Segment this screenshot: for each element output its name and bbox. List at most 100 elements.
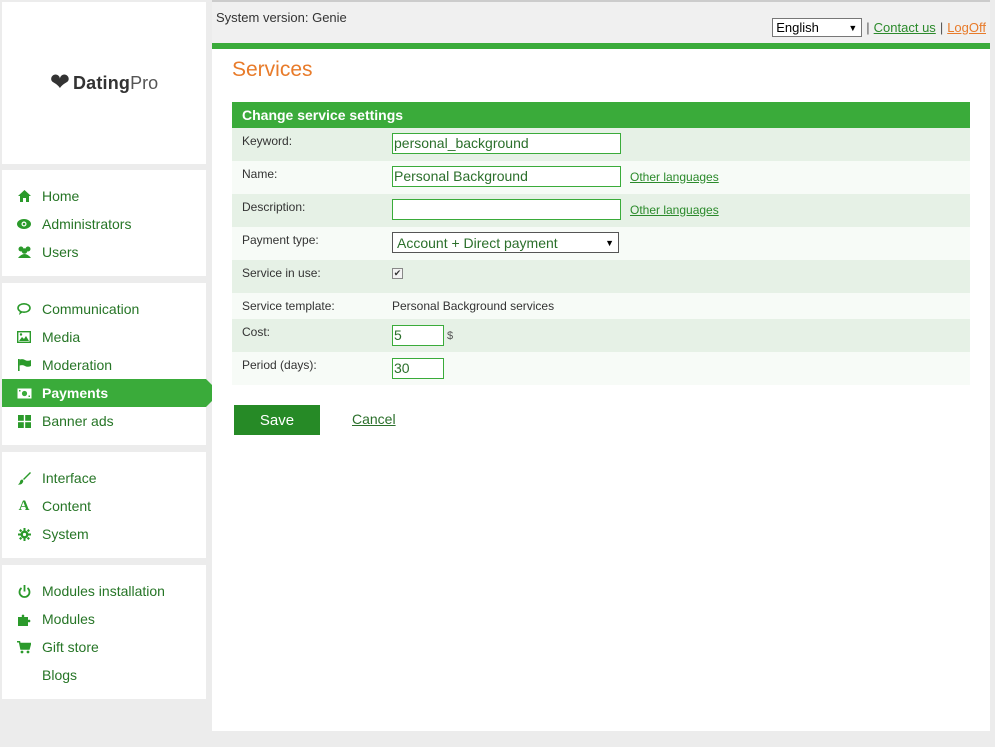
top-right-controls: English ▼ | Contact us | LogOff <box>772 18 986 37</box>
service-in-use-label: Service in use: <box>242 266 321 280</box>
language-value: English <box>776 20 819 35</box>
description-row: Description: Other languages <box>232 194 970 227</box>
sidebar-item-moderation[interactable]: Moderation <box>2 351 206 379</box>
sidebar-item-content[interactable]: A Content <box>2 492 206 520</box>
puzzle-icon <box>16 611 32 627</box>
sidebar-item-label: Moderation <box>42 357 113 373</box>
system-version: System version: Genie <box>216 10 347 25</box>
sidebar-item-label: Home <box>42 188 80 204</box>
sidebar-item-label: Users <box>42 244 79 260</box>
save-button[interactable]: Save <box>234 405 320 435</box>
sidebar-item-blogs[interactable]: Blogs <box>2 661 206 689</box>
service-template-row: Service template: Personal Background se… <box>232 293 970 319</box>
sidebar-item-home[interactable]: Home <box>2 182 206 210</box>
chat-icon <box>16 301 32 317</box>
money-icon <box>16 385 32 401</box>
description-label: Description: <box>242 200 306 214</box>
description-input[interactable] <box>392 199 621 220</box>
period-row: Period (days): 30 <box>232 352 970 385</box>
sidebar-item-label: Banner ads <box>42 413 114 429</box>
image-icon <box>16 329 32 345</box>
sidebar-item-gift-store[interactable]: Gift store <box>2 633 206 661</box>
payment-type-label: Payment type: <box>242 233 319 247</box>
keyword-input[interactable]: personal_background <box>392 133 621 154</box>
service-template-value: Personal Background services <box>392 299 555 313</box>
sidebar-item-system[interactable]: System <box>2 520 206 548</box>
sidebar-item-label: Administrators <box>42 216 132 232</box>
logo-text-bold: Dating <box>72 72 131 93</box>
panel-title: Change service settings <box>232 102 970 128</box>
cart-icon <box>16 639 32 655</box>
period-input[interactable]: 30 <box>392 358 444 379</box>
service-in-use-checkbox[interactable]: ✔ <box>392 268 403 279</box>
separator: | <box>939 20 944 35</box>
grid-icon <box>16 413 32 429</box>
sidebar-item-communication[interactable]: Communication <box>2 295 206 323</box>
sidebar-item-label: Gift store <box>42 639 99 655</box>
name-input[interactable]: Personal Background <box>392 166 621 187</box>
sidebar-item-modules-installation[interactable]: Modules installation <box>2 577 206 605</box>
service-settings-panel: Change service settings Keyword: persona… <box>232 102 970 385</box>
dropdown-arrow-icon: ▼ <box>605 237 614 248</box>
power-icon <box>16 583 32 599</box>
sidebar-item-media[interactable]: Media <box>2 323 206 351</box>
language-select[interactable]: English ▼ <box>772 18 863 37</box>
nav-group-content: Communication Media Moderation Payments … <box>2 283 220 445</box>
sidebar-item-label: Modules installation <box>42 583 165 599</box>
page-title: Services <box>232 58 313 81</box>
name-label: Name: <box>242 167 278 181</box>
sidebar-item-interface[interactable]: Interface <box>2 464 206 492</box>
heart-icon: ❤ <box>49 69 70 96</box>
sidebar-item-modules[interactable]: Modules <box>2 605 206 633</box>
name-other-languages-link[interactable]: Other languages <box>630 170 719 184</box>
service-template-label: Service template: <box>242 299 335 313</box>
sidebar: ❤ Dating Pro Home Administrators Users C… <box>0 0 220 747</box>
nav-group-modules: Modules installation Modules Gift store … <box>2 565 206 699</box>
cost-input[interactable]: 5 <box>392 325 444 346</box>
logo[interactable]: ❤ Dating Pro <box>50 71 158 95</box>
payment-type-row: Payment type: Account + Direct payment ▼ <box>232 227 970 260</box>
sidebar-item-banner-ads[interactable]: Banner ads <box>2 407 206 435</box>
cost-label: Cost: <box>242 325 271 339</box>
sidebar-item-label: Content <box>42 498 92 514</box>
blank-icon <box>16 667 32 683</box>
nav-group-settings: Interface A Content System <box>2 452 206 558</box>
logoff-link[interactable]: LogOff <box>947 20 986 35</box>
eye-icon <box>16 216 32 232</box>
sidebar-item-label: Interface <box>42 470 97 486</box>
dropdown-arrow-icon: ▼ <box>848 22 858 33</box>
home-icon <box>16 188 32 204</box>
main-content: Services Change service settings Keyword… <box>212 49 990 731</box>
cost-row: Cost: 5 $ <box>232 319 970 352</box>
sidebar-item-users[interactable]: Users <box>2 238 206 266</box>
users-icon <box>16 244 32 260</box>
name-row: Name: Personal Background Other language… <box>232 161 970 194</box>
sidebar-item-payments[interactable]: Payments <box>2 379 220 407</box>
logo-text-thin: Pro <box>130 72 159 93</box>
payment-type-value: Account + Direct payment <box>397 234 558 251</box>
sidebar-item-label: Media <box>42 329 81 345</box>
font-icon: A <box>18 497 30 514</box>
cancel-link[interactable]: Cancel <box>352 411 396 427</box>
gear-icon <box>16 526 32 542</box>
nav-group-users: Home Administrators Users <box>2 170 206 276</box>
sidebar-item-label: Communication <box>42 301 140 317</box>
service-in-use-row: Service in use: ✔ <box>232 260 970 293</box>
keyword-row: Keyword: personal_background <box>232 128 970 161</box>
keyword-label: Keyword: <box>242 134 293 148</box>
period-label: Period (days): <box>242 358 317 372</box>
top-bar: System version: Genie English ▼ | Contac… <box>212 0 990 43</box>
brush-icon <box>16 470 32 486</box>
contact-link[interactable]: Contact us <box>874 20 936 35</box>
currency-unit: $ <box>447 329 454 342</box>
flag-icon <box>16 357 32 373</box>
payment-type-select[interactable]: Account + Direct payment ▼ <box>392 232 619 253</box>
sidebar-item-label: System <box>42 526 89 542</box>
sidebar-item-label: Payments <box>42 385 109 401</box>
sidebar-item-label: Blogs <box>42 667 78 683</box>
sidebar-item-administrators[interactable]: Administrators <box>2 210 206 238</box>
logo-box: ❤ Dating Pro <box>2 2 206 164</box>
description-other-languages-link[interactable]: Other languages <box>630 203 719 217</box>
separator: | <box>866 20 870 35</box>
sidebar-item-label: Modules <box>42 611 95 627</box>
